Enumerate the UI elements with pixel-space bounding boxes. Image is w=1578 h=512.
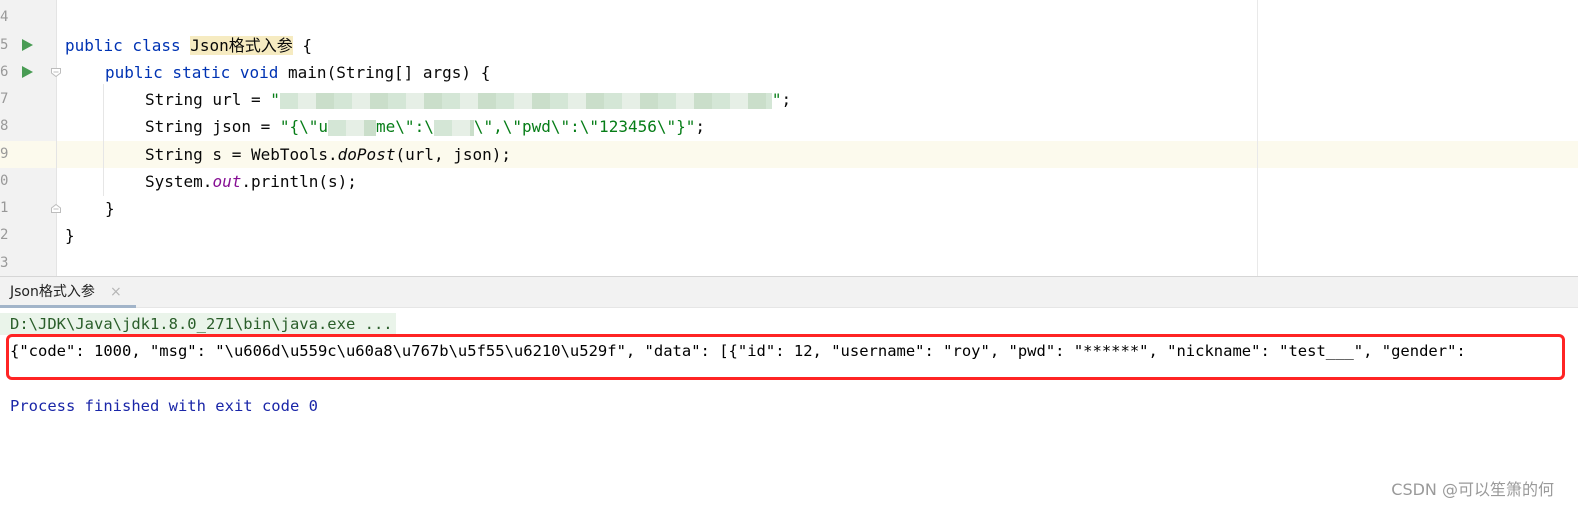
fold-collapse-icon[interactable] xyxy=(51,68,61,77)
process-exit-message: Process finished with exit code 0 xyxy=(10,397,318,415)
code-editor[interactable]: 4 5 6 7 8 9 0 1 2 3 public class Json格式入… xyxy=(0,0,1578,276)
code-line-close-class[interactable]: } xyxy=(65,222,75,249)
code-text: ; xyxy=(695,117,706,136)
redacted-url-mosaic xyxy=(279,92,772,109)
run-main-icon[interactable] xyxy=(22,66,33,78)
red-highlight-box xyxy=(6,334,1565,380)
code-text: String url = xyxy=(145,90,271,109)
indent-guide xyxy=(103,84,104,196)
close-icon[interactable]: × xyxy=(110,277,122,308)
run-tab-bar: Json格式入参 × xyxy=(0,276,1578,308)
csdn-watermark: CSDN @可以笙箫的何 xyxy=(1391,480,1554,499)
code-line-println[interactable]: System.out.println(s); xyxy=(145,168,357,195)
code-text: String json = xyxy=(145,117,280,136)
redacted-mosaic xyxy=(328,119,377,136)
code-line-url[interactable]: String url = " "; xyxy=(145,86,791,113)
string-literal: \",\"pwd\":\"123456\"}" xyxy=(473,117,696,136)
class-name: Json格式入参 xyxy=(190,36,293,55)
line-number: 6 xyxy=(0,64,9,80)
run-tab-label: Json格式入参 xyxy=(10,284,95,300)
line-number: 5 xyxy=(0,37,9,53)
string-literal: "{\"u xyxy=(279,117,329,136)
code-line-dopost[interactable]: String s = WebTools.doPost(url, json); xyxy=(145,141,511,168)
code-text: main(String[] args) { xyxy=(288,63,491,82)
line-number: 1 xyxy=(0,200,9,216)
code-line-class-decl[interactable]: public class Json格式入参 { xyxy=(65,32,312,59)
static-field: out xyxy=(212,172,242,191)
line-number: 7 xyxy=(0,91,9,107)
code-text: String s = WebTools. xyxy=(145,145,338,164)
redacted-mosaic xyxy=(433,119,474,136)
line-number: 8 xyxy=(0,118,9,134)
run-class-icon[interactable] xyxy=(22,39,33,51)
fold-expand-icon[interactable] xyxy=(51,204,61,213)
keyword: public class xyxy=(65,36,191,55)
line-number: 3 xyxy=(0,255,9,271)
command-line[interactable]: D:\JDK\Java\jdk1.8.0_271\bin\java.exe ..… xyxy=(10,315,393,333)
run-config-tab[interactable]: Json格式入参 × xyxy=(0,277,136,308)
keyword: public static void xyxy=(105,63,289,82)
run-tool-window: Json格式入参 × D:\JDK\Java\jdk1.8.0_271\bin\… xyxy=(0,276,1578,512)
command-line-row: D:\JDK\Java\jdk1.8.0_271\bin\java.exe ..… xyxy=(0,313,396,335)
code-text: (url, json); xyxy=(395,145,512,164)
line-number: 4 xyxy=(0,9,9,25)
code-text: System. xyxy=(145,172,213,191)
right-margin-guide xyxy=(1257,0,1258,276)
string-quote: " xyxy=(771,90,782,109)
static-method: doPost xyxy=(337,145,396,164)
line-number: 2 xyxy=(0,227,9,243)
code-text: { xyxy=(292,36,313,55)
code-line-json[interactable]: String json = "{\"u me\":\ \",\"pwd\":\"12… xyxy=(145,113,705,140)
code-text: ; xyxy=(781,90,792,109)
gutter-divider xyxy=(56,0,57,276)
code-line-close-method[interactable]: } xyxy=(105,195,115,222)
code-text: .println(s); xyxy=(241,172,357,191)
code-line-main-decl[interactable]: public static void main(String[] args) { xyxy=(105,59,490,86)
string-literal: me\":\ xyxy=(376,117,434,136)
line-number: 0 xyxy=(0,173,9,189)
string-quote: " xyxy=(270,90,280,109)
line-number: 9 xyxy=(0,146,9,162)
